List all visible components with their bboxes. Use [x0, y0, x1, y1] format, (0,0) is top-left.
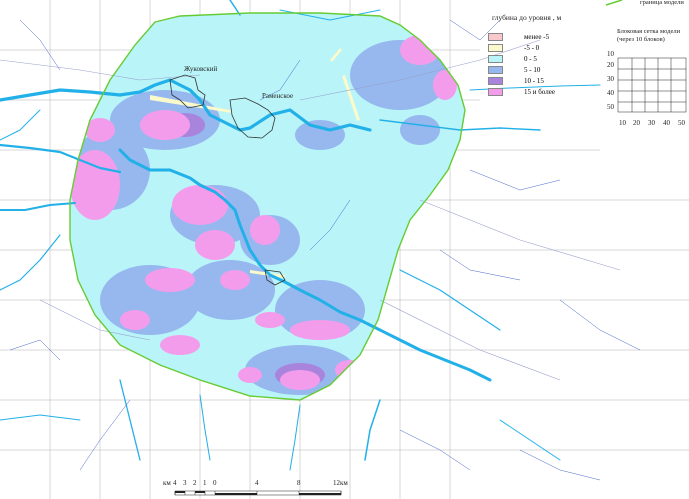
scale-label: 3 — [183, 479, 187, 487]
legend-label: -5 - 0 — [524, 44, 540, 52]
scale-unit: км — [163, 479, 171, 487]
city-label-ramenskoye: Раменское — [262, 92, 294, 100]
legend-label: 5 - 10 — [524, 66, 541, 74]
grid-x-tick: 30 — [648, 119, 655, 127]
legend-label: менее -5 — [524, 33, 550, 41]
legend-label: 10 - 15 — [524, 77, 544, 85]
legend-swatch — [488, 33, 503, 41]
grid-x-tick: 40 — [663, 119, 670, 127]
scale-label: 1 — [203, 479, 207, 487]
boundary-legend-label: граница модели — [640, 0, 684, 6]
legend-swatch — [488, 66, 503, 74]
grid-x-tick: 50 — [678, 119, 685, 127]
legend-swatch — [488, 77, 503, 85]
scale-label: 4 — [173, 479, 177, 487]
legend-title: глубина до уровня , м — [492, 13, 562, 22]
scale-label: 4 — [255, 479, 259, 487]
legend-swatch — [488, 88, 503, 96]
legend-label: 0 - 5 — [524, 55, 537, 63]
boundary-legend-line — [605, 0, 623, 6]
scale-label: 12км — [333, 479, 348, 487]
grid-y-tick: 40 — [607, 89, 614, 97]
hydrogeology-map — [0, 0, 689, 499]
scale-label: 8 — [297, 479, 301, 487]
legend-swatch — [488, 44, 503, 52]
legend-label: 15 и более — [524, 88, 555, 96]
grid-x-tick: 20 — [633, 119, 640, 127]
grid-x-tick: 10 — [619, 119, 626, 127]
grid-box-title: Блоковая сетка модели (через 10 блоков) — [617, 28, 681, 43]
model-grid-box — [617, 57, 687, 113]
grid-y-tick: 20 — [607, 61, 614, 69]
city-label-zhukovsky: Жуковский — [184, 65, 218, 73]
grid-y-tick: 50 — [607, 103, 614, 111]
scale-label: 2 — [193, 479, 197, 487]
grid-y-tick: 30 — [607, 75, 614, 83]
scale-label: 0 — [213, 479, 217, 487]
grid-y-tick: 10 — [607, 50, 614, 58]
scale-bar — [174, 490, 342, 496]
legend-swatch — [488, 55, 503, 63]
